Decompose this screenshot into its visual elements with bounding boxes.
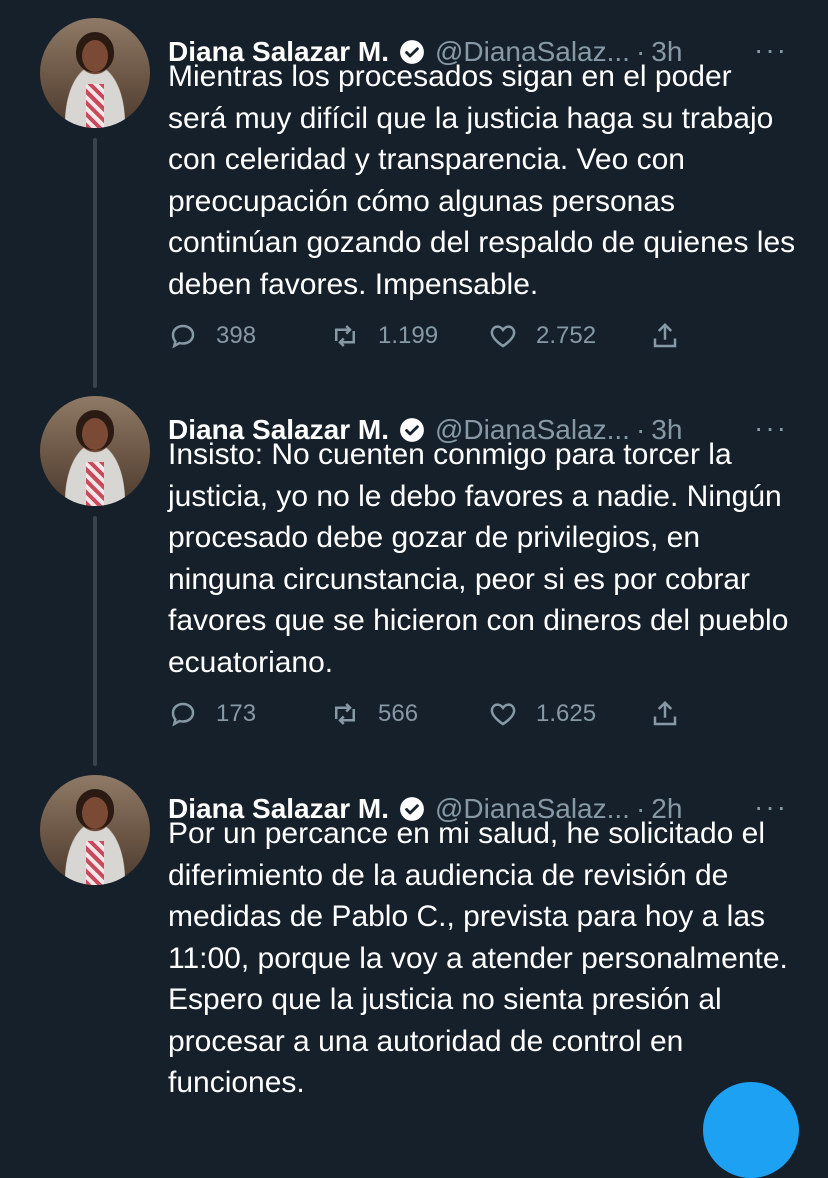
heart-icon [490, 325, 516, 348]
tweet-text: Mientras los procesados sigan en el pode… [168, 60, 796, 301]
tweet[interactable]: Diana Salazar M. @DianaSalaz... · 3h ···… [0, 396, 828, 766]
like-count: 1.625 [536, 700, 597, 727]
reply-count: 398 [216, 322, 257, 349]
share-icon [653, 322, 677, 348]
reply-button[interactable]: 173 [168, 699, 330, 729]
like-button[interactable]: 2.752 [488, 321, 650, 351]
retweet-button[interactable]: 566 [330, 699, 488, 729]
retweet-button[interactable]: 1.199 [330, 321, 488, 351]
avatar[interactable] [40, 775, 150, 885]
like-count: 2.752 [536, 322, 597, 349]
tweet-actions: 173 566 1.625 [168, 694, 680, 734]
avatar[interactable] [40, 396, 150, 506]
retweet-icon [335, 703, 355, 725]
share-button[interactable] [650, 699, 680, 729]
reply-icon [171, 702, 195, 727]
retweet-count: 1.199 [378, 322, 439, 349]
tweet-text: Insisto: No cuenten conmigo para torcer … [168, 438, 789, 679]
heart-icon [490, 703, 516, 726]
compose-tweet-button[interactable] [703, 1082, 799, 1178]
tweet[interactable]: Diana Salazar M. @DianaSalaz... · 2h ···… [0, 775, 828, 1104]
retweet-count: 566 [378, 700, 419, 727]
reply-count: 173 [216, 700, 257, 727]
avatar[interactable] [40, 18, 150, 128]
tweet[interactable]: Diana Salazar M. @DianaSalaz... · 3h ···… [0, 18, 828, 388]
share-icon [653, 700, 677, 726]
tweet-actions: 398 1.199 2.752 [168, 316, 680, 356]
like-button[interactable]: 1.625 [488, 699, 650, 729]
retweet-icon [335, 325, 355, 347]
reply-button[interactable]: 398 [168, 321, 330, 351]
tweet-text: Por un percance en mi salud, he solicita… [168, 817, 788, 1099]
share-button[interactable] [650, 321, 680, 351]
reply-icon [171, 324, 195, 349]
